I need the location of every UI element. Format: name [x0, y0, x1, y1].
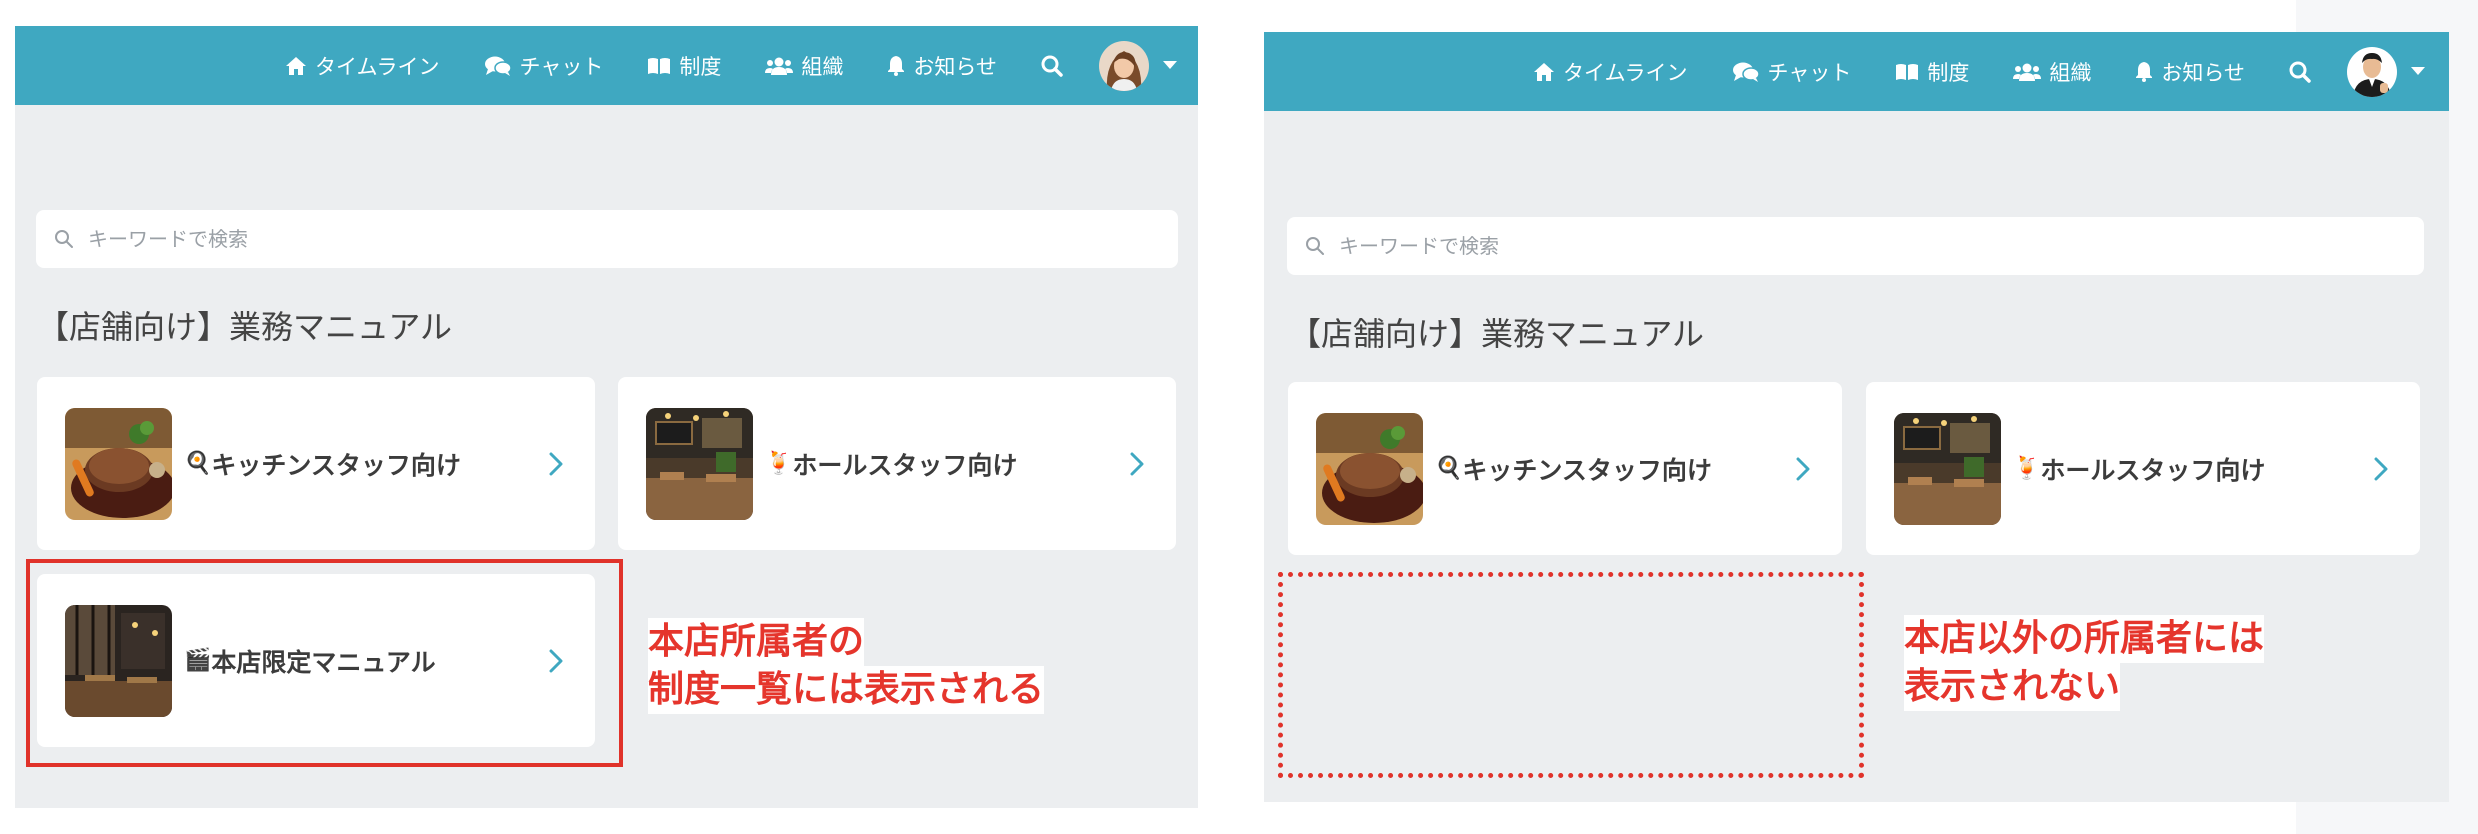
search-icon	[55, 230, 73, 248]
chevron-right-icon	[1796, 457, 1810, 480]
card-hall-staff[interactable]: 🍹 ホールスタッフ向け	[1866, 382, 2420, 555]
restaurant-interior-image	[646, 407, 753, 520]
search-box[interactable]	[1287, 217, 2424, 275]
users-icon	[765, 57, 794, 75]
section-title: 【店舗向け】業務マニュアル	[37, 308, 453, 346]
nav-notifications[interactable]: お知らせ	[2135, 57, 2245, 87]
search-icon	[1306, 237, 1324, 255]
nav-timeline-label: タイムライン	[1563, 60, 1688, 85]
frying-pan-icon: 🍳	[1435, 455, 1463, 481]
user-avatar-man-image	[2346, 46, 2397, 97]
kitchen-thumbnail	[65, 407, 172, 520]
kitchen-thumbnail	[1316, 412, 1423, 525]
visible-highlight-frame	[26, 559, 623, 767]
section-title: 【店舗向け】業務マニュアル	[1289, 315, 1705, 353]
account-menu-toggle[interactable]	[1162, 61, 1177, 70]
account-menu-toggle[interactable]	[2410, 67, 2425, 76]
bell-icon	[2136, 62, 2153, 82]
caret-down-icon	[1162, 61, 1177, 69]
top-header: タイムライン チャット 制度 組織 お知らせ	[1264, 32, 2449, 111]
bell-icon	[888, 56, 905, 76]
chat-icon	[484, 56, 512, 76]
annotation-hidden: 本店以外の所属者には 表示されない	[1904, 615, 2265, 711]
chevron-right-icon	[2374, 457, 2388, 480]
hall-thumbnail	[1894, 412, 2001, 525]
nav-bar: タイムライン チャット 制度 組織 お知らせ	[285, 26, 1177, 105]
screen-main-store-member: タイムライン チャット 制度 組織 お知らせ キーワードで検索 【店舗向け】業務…	[15, 26, 1198, 808]
nav-chat[interactable]: チャット	[484, 51, 604, 81]
annotation-line: 制度一覧には表示される	[648, 666, 1045, 714]
home-icon	[1534, 62, 1554, 81]
frying-pan-icon: 🍳	[184, 450, 212, 476]
card-label: ホールスタッフ向け	[792, 450, 1018, 480]
nav-chat[interactable]: チャット	[1732, 57, 1852, 87]
users-icon	[2013, 63, 2042, 81]
search-icon	[2289, 61, 2311, 83]
tropical-drink-icon: 🍹	[2013, 455, 2041, 481]
nav-chat-label: チャット	[1767, 60, 1852, 85]
home-icon	[286, 56, 306, 75]
card-label: ホールスタッフ向け	[2040, 455, 2266, 485]
annotation-line: 表示されない	[1904, 663, 2121, 711]
card-label: キッチンスタッフ向け	[1462, 455, 1712, 485]
book-icon	[648, 57, 671, 74]
nav-system[interactable]: 制度	[1895, 57, 1969, 87]
nav-organization[interactable]: 組織	[2013, 57, 2091, 87]
card-label: キッチンスタッフ向け	[211, 450, 461, 480]
avatar[interactable]	[2346, 46, 2397, 97]
chevron-right-icon	[549, 452, 563, 475]
annotation-visible: 本店所属者の 制度一覧には表示される	[648, 618, 1045, 714]
steak-dish-image	[65, 407, 172, 520]
restaurant-interior-image	[1894, 412, 2001, 525]
nav-organization-label: 組織	[801, 54, 844, 79]
hidden-card-placeholder	[1278, 572, 1864, 778]
nav-timeline[interactable]: タイムライン	[1533, 57, 1688, 87]
screen-other-store-member: タイムライン チャット 制度 組織 お知らせ キーワードで検索 【店舗向け】業務…	[1264, 32, 2449, 802]
nav-system[interactable]: 制度	[647, 51, 721, 81]
search-icon	[1041, 55, 1063, 77]
nav-system-label: 制度	[679, 54, 722, 79]
avatar[interactable]	[1098, 40, 1149, 91]
nav-organization-label: 組織	[2049, 60, 2092, 85]
nav-notifications-label: お知らせ	[2161, 60, 2245, 85]
card-kitchen-staff[interactable]: 🍳 キッチンスタッフ向け	[37, 377, 595, 550]
nav-notifications[interactable]: お知らせ	[887, 51, 997, 81]
card-kitchen-staff[interactable]: 🍳 キッチンスタッフ向け	[1288, 382, 1842, 555]
card-hall-staff[interactable]: 🍹 ホールスタッフ向け	[618, 377, 1176, 550]
steak-dish-image	[1316, 412, 1423, 525]
book-icon	[1896, 63, 1919, 80]
nav-timeline[interactable]: タイムライン	[285, 51, 440, 81]
search-box[interactable]	[36, 210, 1178, 268]
nav-chat-label: チャット	[519, 54, 604, 79]
chevron-right-icon	[1130, 452, 1144, 475]
nav-system-label: 制度	[1927, 60, 1970, 85]
top-header: タイムライン チャット 制度 組織 お知らせ	[15, 26, 1198, 105]
search-input[interactable]	[86, 226, 1136, 252]
nav-timeline-label: タイムライン	[315, 54, 440, 79]
search-input[interactable]	[1337, 233, 2387, 259]
nav-notifications-label: お知らせ	[913, 54, 997, 79]
annotation-line: 本店以外の所属者には	[1904, 615, 2265, 663]
nav-search-button[interactable]	[2289, 61, 2311, 83]
hall-thumbnail	[646, 407, 753, 520]
nav-search-button[interactable]	[1041, 55, 1063, 77]
user-avatar-woman-image	[1098, 40, 1149, 91]
annotation-line: 本店所属者の	[648, 618, 865, 666]
nav-organization[interactable]: 組織	[765, 51, 843, 81]
tropical-drink-icon: 🍹	[765, 450, 793, 476]
caret-down-icon	[2410, 67, 2425, 75]
nav-bar: タイムライン チャット 制度 組織 お知らせ	[1533, 32, 2425, 111]
chat-icon	[1732, 62, 1760, 82]
